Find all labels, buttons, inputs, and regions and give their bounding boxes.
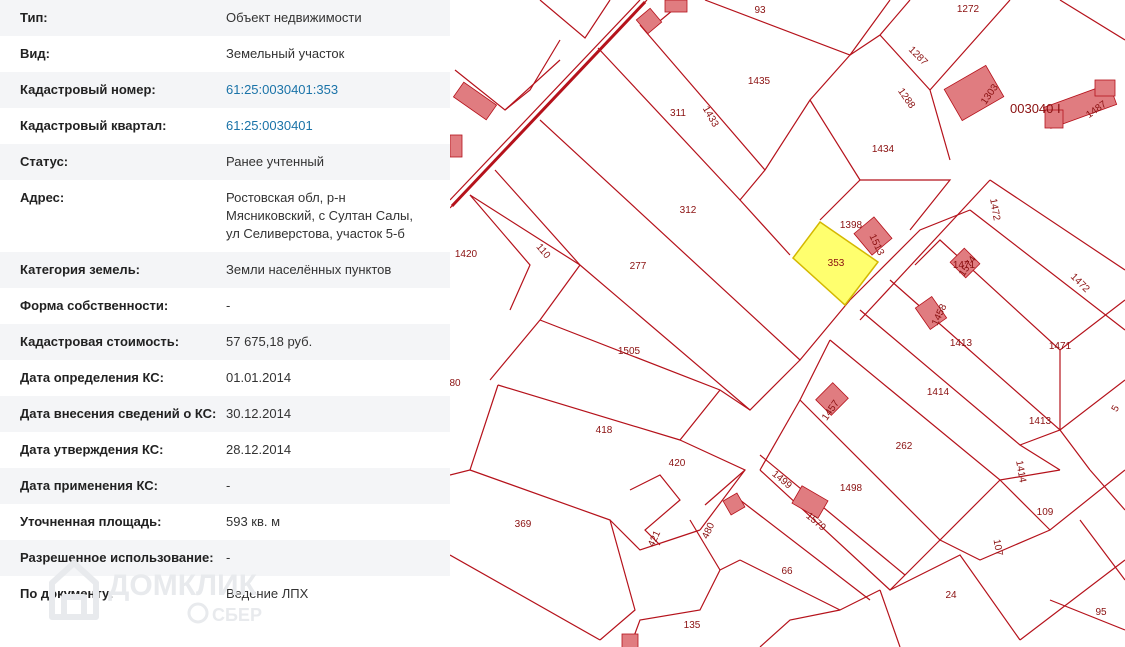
info-row: Вид: Земельный участок [0, 36, 450, 72]
info-row-label: Уточненная площадь: [20, 514, 162, 529]
parcel-label-1287: 1287 [906, 44, 930, 68]
parcel-label-1434: 1434 [872, 144, 895, 155]
info-row-label: Тип: [20, 10, 48, 25]
info-row-label: Дата определения КС: [20, 370, 164, 385]
info-row-value: - [226, 298, 231, 313]
info-row-label: Дата внесения сведений о КС: [20, 406, 217, 421]
cadastral-map[interactable]: 93 1272 1287 1303 1487 1435 1288 311 1433 1434 312… [450, 0, 1125, 647]
parcel-label-135: 135 [684, 620, 701, 631]
parcel-label-1272: 1272 [957, 4, 980, 15]
info-row-link[interactable]: 61:25:0030401:353 [226, 81, 450, 99]
info-row-label: Кадастровый квартал: [20, 118, 167, 133]
parcel-label-418: 418 [596, 425, 613, 436]
parcel-label-1398: 1398 [840, 220, 863, 231]
info-row-label: Вид: [20, 46, 50, 61]
parcel-label-66: 66 [781, 566, 793, 577]
parcel-label-1472: 1472 [987, 198, 1002, 222]
info-row-label: Категория земель: [20, 262, 141, 277]
info-row-label: Адрес: [20, 190, 65, 205]
info-row: Кадастровый номер: 61:25:0030401:353 [0, 72, 450, 108]
parcel-label-1498: 1498 [840, 483, 863, 494]
info-row: Категория земель: Земли населённых пункто… [0, 252, 450, 288]
info-row-value: 30.12.2014 [226, 406, 292, 421]
info-row: Дата применения КС: - [0, 468, 450, 504]
parcel-label-1472: 1472 [1068, 271, 1092, 295]
cadastral-map-canvas[interactable]: 93 127212871303148714351288311 14331434312… [450, 0, 1125, 647]
info-row-value: 57 675,18 руб. [226, 334, 313, 349]
info-row-value: 28.12.2014 [226, 442, 292, 457]
parcel-label-311: 311 [670, 108, 686, 119]
parcel-label-1505: 1505 [618, 346, 641, 357]
parcel-label-110: 110 [534, 242, 553, 262]
parcel-label-109: 109 [1037, 507, 1054, 518]
info-row: Тип: Объект недвижимости [0, 0, 450, 36]
parcel-label-24: 24 [945, 590, 957, 601]
parcel-label-95: 95 [1095, 607, 1107, 618]
parcel-label-1433: 1433 [700, 104, 721, 129]
parcel-label-93: 93 [754, 5, 766, 16]
parcel-label-369: 369 [515, 519, 532, 530]
parcel-label-1579: 1579 [804, 511, 828, 534]
info-row: Разрешенное использование: - [0, 540, 450, 576]
parcel-label-420: 420 [669, 458, 686, 469]
info-row-value: - [226, 550, 231, 565]
info-row: Адрес: Ростовская обл, р-н Мясниковский, … [0, 180, 450, 252]
info-row-label: Разрешенное использование: [20, 550, 214, 565]
parcel-label-480: 480 [700, 521, 717, 541]
parcel-label-421: 421 [646, 529, 663, 549]
info-row: Кадастровая стоимость: 57 675,18 руб. [0, 324, 450, 360]
info-row: Дата определения КС: 01.01.2014 [0, 360, 450, 396]
info-row-label: Кадастровый номер: [20, 82, 156, 97]
info-row: Статус: Ранее учтенный [0, 144, 450, 180]
parcel-label-353: 353 [828, 258, 845, 269]
parcel-label-1471: 1471 [1049, 341, 1072, 352]
info-row-value: 593 кв. м [226, 514, 281, 529]
parcel-label-1435: 1435 [748, 76, 771, 87]
info-panel: Тип: Объект недвижимости Вид: Земельный уча… [0, 0, 450, 647]
info-row: Уточненная площадь: 593 кв. м [0, 504, 450, 540]
parcel-label-262: 262 [896, 441, 913, 452]
info-row: Форма собственности: - [0, 288, 450, 324]
info-row-value: - [226, 478, 231, 493]
parcel-label-1288: 1288 [895, 86, 917, 111]
info-row-value: Ранее учтенный [226, 154, 324, 169]
info-row-value: Ростовская обл, р-н Мясниковский, с Султ… [226, 190, 414, 241]
parcel-label-277: 277 [630, 261, 647, 272]
info-row-label: Кадастровая стоимость: [20, 334, 180, 349]
info-row: По документу: Ведение ЛПХ [0, 576, 450, 612]
parcel-label-80: 80 [450, 378, 461, 389]
info-row-value: Земельный участок [226, 46, 345, 61]
info-row-label: Форма собственности: [20, 298, 169, 313]
info-row-link[interactable]: 61:25:0030401 [226, 117, 450, 135]
parcel-label-1413: 1413 [950, 338, 973, 349]
parcel-label-1414: 1414 [1013, 460, 1028, 484]
info-row-value: 01.01.2014 [226, 370, 292, 385]
info-row: Кадастровый квартал: 61:25:0030401 [0, 108, 450, 144]
info-row-value: Земли населённых пунктов [226, 262, 392, 277]
info-row-label: По документу: [20, 586, 114, 601]
parcel-boundaries [450, 0, 1125, 647]
quarter-label: 003040 I [1010, 101, 1061, 116]
parcel-label-1413: 1413 [1029, 416, 1052, 427]
info-row-value: Объект недвижимости [226, 10, 362, 25]
parcel-label-5: 5 [1110, 403, 1123, 414]
info-row-label: Дата применения КС: [20, 478, 158, 493]
parcel-labels: 93 127212871303148714351288311 14331434312… [450, 4, 1122, 631]
info-row-label: Дата утверждения КС: [20, 442, 164, 457]
info-row-label: Статус: [20, 154, 69, 169]
parcel-label-1499: 1499 [770, 469, 794, 492]
parcel-label-312: 312 [680, 205, 697, 216]
parcel-label-1414: 1414 [927, 387, 950, 398]
info-row: Дата внесения сведений о КС: 30.12.2014 [0, 396, 450, 432]
parcel-label-1420: 1420 [455, 249, 478, 260]
info-row-value: Ведение ЛПХ [226, 586, 309, 601]
info-row: Дата утверждения КС: 28.12.2014 [0, 432, 450, 468]
